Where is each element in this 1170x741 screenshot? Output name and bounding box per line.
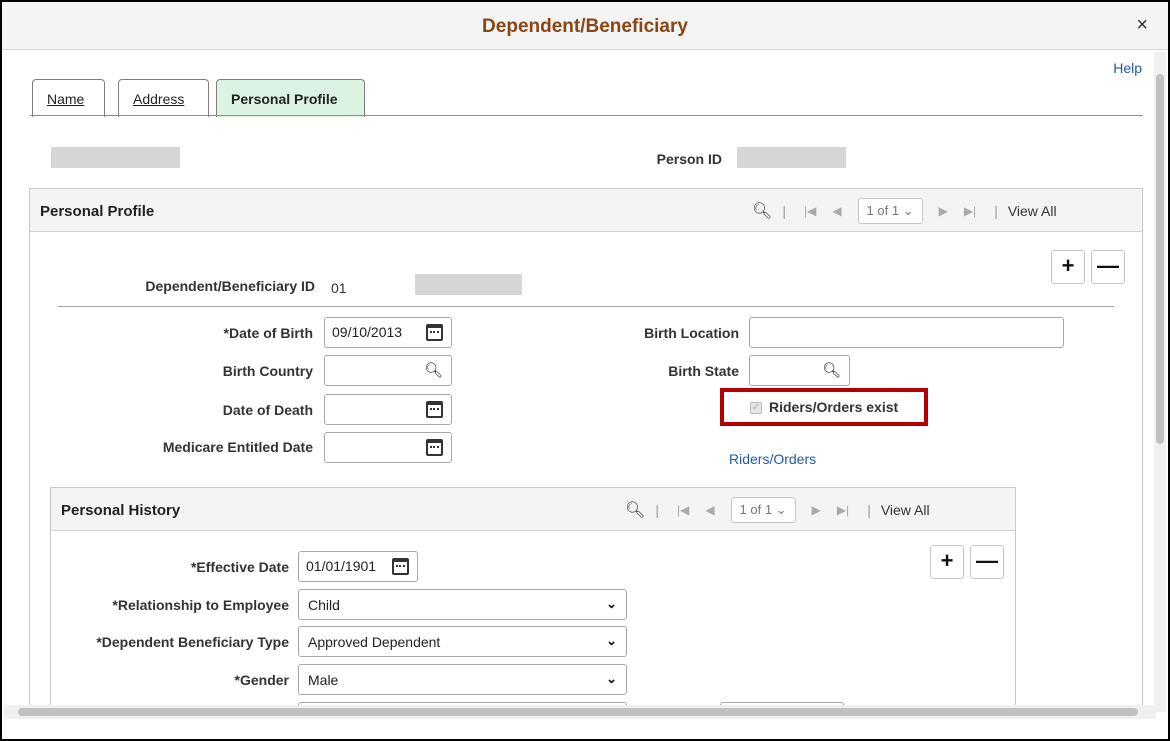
- nav-separator: |: [655, 502, 659, 518]
- help-link[interactable]: Help: [1113, 60, 1142, 76]
- tab-name[interactable]: Name: [32, 79, 105, 117]
- relationship-select[interactable]: Child ⌄: [298, 589, 627, 620]
- calendar-icon[interactable]: [392, 558, 409, 575]
- effective-date-input[interactable]: 01/01/1901: [298, 551, 418, 582]
- pager-select[interactable]: 1 of 1 ⌄: [857, 198, 923, 224]
- add-history-row-button[interactable]: +: [930, 545, 964, 579]
- dep-type-select[interactable]: Approved Dependent ⌄: [298, 626, 627, 657]
- first-page-icon[interactable]: |◀: [677, 503, 689, 517]
- nav-separator: |: [994, 203, 998, 219]
- dob-label: *Date of Birth: [223, 325, 313, 341]
- tab-personal-profile-label: Personal Profile: [231, 91, 338, 107]
- title-bar: Dependent/Beneficiary ×: [2, 2, 1168, 50]
- view-all-link[interactable]: View All: [881, 502, 930, 518]
- dep-id-label: Dependent/Beneficiary ID: [145, 278, 315, 294]
- dep-id-value: 01: [331, 280, 347, 296]
- effective-date-label: *Effective Date: [190, 559, 289, 575]
- highlight-box: ✓ Riders/Orders exist: [720, 388, 928, 426]
- relationship-value: Child: [308, 597, 340, 613]
- riders-exist-checkbox[interactable]: ✓: [750, 402, 762, 414]
- vertical-scrollbar[interactable]: [1154, 52, 1166, 712]
- dob-input[interactable]: 09/10/2013: [324, 317, 452, 348]
- dob-value: 09/10/2013: [332, 324, 403, 340]
- gender-value: Male: [308, 672, 339, 688]
- chevron-down-icon: ⌄: [606, 596, 617, 611]
- dep-type-value: Approved Dependent: [308, 634, 441, 650]
- nav-separator: |: [782, 203, 786, 219]
- date-of-death-label: Date of Death: [222, 402, 313, 418]
- delete-row-button[interactable]: —: [1091, 250, 1125, 284]
- calendar-icon[interactable]: [426, 401, 443, 418]
- tab-address[interactable]: Address: [118, 79, 209, 117]
- calendar-icon[interactable]: [426, 324, 443, 341]
- first-page-icon[interactable]: |◀: [804, 204, 816, 218]
- gender-select[interactable]: Male ⌄: [298, 664, 627, 695]
- tab-personal-profile[interactable]: Personal Profile: [216, 79, 365, 117]
- search-icon[interactable]: 🔍︎: [424, 361, 443, 379]
- birth-country-label: Birth Country: [222, 363, 313, 379]
- pager-select[interactable]: 1 of 1 ⌄: [730, 497, 796, 523]
- pager-text: 1 of 1: [739, 502, 773, 517]
- pager-text: 1 of 1: [866, 203, 900, 218]
- gender-label: *Gender: [234, 672, 289, 688]
- person-id-redacted: [737, 147, 846, 168]
- vertical-scroll-thumb[interactable]: [1156, 74, 1164, 444]
- last-page-icon[interactable]: ▶|: [964, 204, 976, 218]
- nav-separator: |: [867, 502, 871, 518]
- search-icon[interactable]: 🔍︎: [822, 361, 841, 379]
- prev-page-icon[interactable]: ◀: [832, 204, 841, 218]
- person-id-label: Person ID: [656, 151, 722, 167]
- tab-divider: [30, 115, 1143, 116]
- view-all-link[interactable]: View All: [1008, 203, 1057, 219]
- prev-page-icon[interactable]: ◀: [705, 503, 714, 517]
- search-icon[interactable]: 🔍︎: [625, 500, 645, 520]
- birth-state-label: Birth State: [668, 363, 739, 379]
- dep-name-redacted: [415, 274, 522, 295]
- horizontal-scrollbar[interactable]: [4, 705, 1156, 719]
- personal-history-nav: 🔍︎ | |◀ ◀ 1 of 1 ⌄ ▶ ▶| | View All: [625, 497, 930, 523]
- personal-profile-nav: 🔍︎ | |◀ ◀ 1 of 1 ⌄ ▶ ▶| | View All: [752, 198, 1057, 224]
- personal-history-title: Personal History: [61, 502, 181, 519]
- tab-address-label: Address: [133, 91, 185, 107]
- dep-type-label: *Dependent Beneficiary Type: [96, 634, 289, 650]
- divider: [58, 306, 1114, 307]
- personal-profile-title: Personal Profile: [40, 203, 155, 220]
- search-icon[interactable]: 🔍︎: [752, 201, 772, 221]
- next-page-icon[interactable]: ▶: [812, 503, 821, 517]
- last-page-icon[interactable]: ▶|: [837, 503, 849, 517]
- chevron-down-icon: ⌄: [606, 671, 617, 686]
- effective-date-value: 01/01/1901: [306, 558, 377, 574]
- close-icon[interactable]: ×: [1136, 14, 1148, 37]
- date-of-death-input[interactable]: [324, 394, 452, 425]
- dialog-window: Dependent/Beneficiary × Help Name Addres…: [0, 0, 1170, 741]
- birth-country-input[interactable]: 🔍︎: [324, 355, 452, 386]
- riders-exist-label: Riders/Orders exist: [769, 399, 899, 415]
- birth-location-input[interactable]: [749, 317, 1064, 348]
- birth-location-label: Birth Location: [644, 325, 739, 341]
- delete-history-row-button[interactable]: —: [970, 545, 1004, 579]
- dialog-title: Dependent/Beneficiary: [482, 16, 688, 37]
- next-page-icon[interactable]: ▶: [939, 204, 948, 218]
- tab-name-label: Name: [47, 91, 85, 107]
- calendar-icon[interactable]: [426, 439, 443, 456]
- medicare-input[interactable]: [324, 432, 452, 463]
- horizontal-scroll-thumb[interactable]: [18, 708, 1138, 716]
- chevron-down-icon: ⌄: [606, 633, 617, 648]
- relationship-label: *Relationship to Employee: [112, 597, 289, 613]
- name-redacted: [51, 147, 180, 168]
- birth-state-input[interactable]: 🔍︎: [749, 355, 850, 386]
- add-row-button[interactable]: +: [1051, 250, 1085, 284]
- riders-orders-link[interactable]: Riders/Orders: [729, 451, 816, 467]
- medicare-label: Medicare Entitled Date: [162, 439, 313, 455]
- personal-history-header: Personal History 🔍︎ | |◀ ◀ 1 of 1 ⌄ ▶ ▶|…: [51, 488, 1015, 531]
- personal-profile-header: Personal Profile 🔍︎ | |◀ ◀ 1 of 1 ⌄ ▶ ▶|…: [30, 189, 1142, 232]
